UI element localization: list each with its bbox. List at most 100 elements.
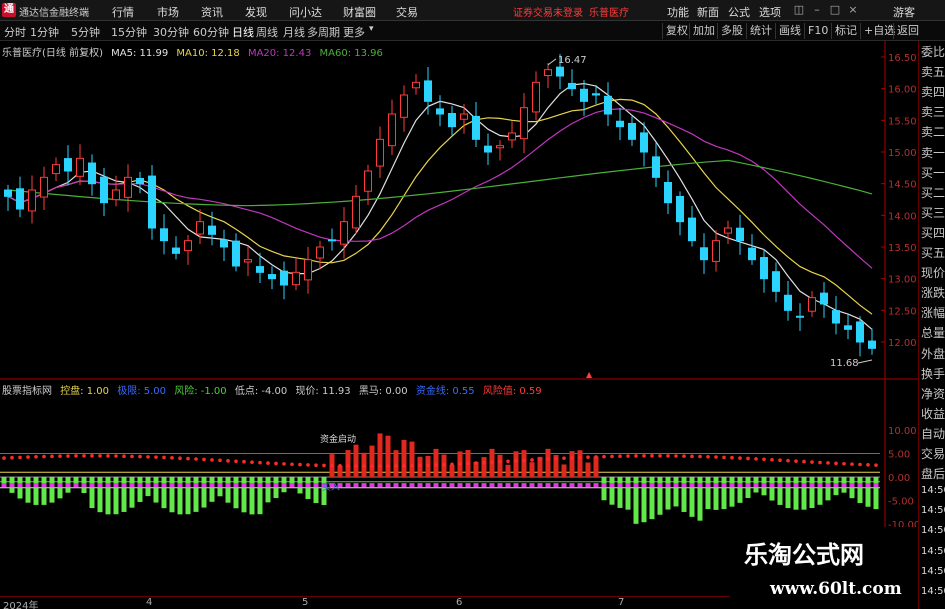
panel-item: 卖二 [921,125,945,140]
fund-band [81,483,87,488]
fund-band [577,483,583,488]
maximize-icon[interactable]: □ [826,2,844,18]
panel-item: 14:50 [921,585,945,597]
risk-dot [74,454,78,458]
overlay-button[interactable]: 加加 [689,23,718,39]
menu-news[interactable]: 资讯 [201,4,223,20]
menu-market[interactable]: 市场 [157,4,179,20]
tab-1min[interactable]: 1分钟 [30,24,59,40]
fund-band [65,483,71,488]
candle-body [772,271,780,292]
skin-icon[interactable]: ◫ [790,2,808,18]
menu-discover[interactable]: 发现 [245,4,267,20]
risk-dot [866,463,870,467]
indicator-bar-green [161,477,167,509]
indicator-bar-green [177,477,183,515]
fund-band [793,483,799,488]
panel-item: 买二 [921,185,945,200]
fund-band [873,483,879,488]
guest-label[interactable]: 游客 [893,4,915,20]
risk-dot [98,454,102,458]
tab-60min[interactable]: 60分钟 [193,24,229,40]
kline-chart[interactable]: 16.50 16.00 15.50 15.00 14.50 14.00 13.50 13.00… [0,41,945,609]
back-button[interactable]: 返回 [893,23,922,39]
date-label-jun: 6 [456,597,463,608]
risk-dot [698,454,702,459]
panel-item: 14:50 [921,505,945,517]
more-chevron-icon[interactable]: ▾ [369,24,374,34]
indicator-bar-green [113,477,119,515]
risk-dot [322,463,326,468]
fund-band [665,483,671,488]
risk-dot [338,464,342,468]
candle-body [712,240,720,262]
tab-weekly[interactable]: 周线 [256,24,278,40]
candle-body [460,113,468,120]
tab-timeshare[interactable]: 分时 [4,24,26,40]
indicator-bar-green [33,477,39,505]
login-notice[interactable]: 证券交易未登录 [513,4,583,19]
tab-multi-period[interactable]: 多周期 [307,24,340,40]
adjust-button[interactable]: 复权 [662,23,691,39]
risk-dot [818,460,822,465]
candle-body [652,156,660,178]
tab-15min[interactable]: 15分钟 [111,24,147,40]
indicator-bar-green [169,477,175,513]
f10-button[interactable]: F10 [804,23,831,39]
ma60-label: MA60: 13.96 [319,48,383,59]
risk-dot [58,454,62,458]
panel-item: 买一 [921,165,945,180]
risk-dot [594,455,598,459]
indicator-bar-green [721,477,727,510]
menu-options[interactable]: 选项 [759,4,781,20]
risk-dot [466,461,470,466]
menu-xiaoda[interactable]: 问小达 [289,4,322,20]
tab-monthly[interactable]: 月线 [283,24,305,40]
fund-band [673,483,679,488]
candle-body [664,182,672,204]
candle-body [868,340,876,349]
risk-dot [570,456,574,460]
risk-dot [794,459,798,463]
indicator-bar-green [49,477,55,503]
tab-30min[interactable]: 30分钟 [153,24,189,40]
price-tick-label: 12.50 [888,306,917,317]
risk-dot [42,454,46,459]
candle-body [856,321,864,343]
menu-wealth[interactable]: 财富圈 [343,4,376,20]
candle-body [436,108,444,115]
candle-body [580,88,588,102]
risk-dot [10,455,14,460]
close-icon[interactable]: × [844,2,862,18]
stock-title: 乐普医疗 [589,8,629,19]
minimize-icon[interactable]: – [808,2,826,18]
ma10-line [7,98,873,315]
menu-quotes[interactable]: 行情 [112,4,134,20]
mark-button[interactable]: 标记 [831,23,860,39]
multi-stock-button[interactable]: 多股 [717,23,746,39]
tab-daily[interactable]: 日线 [232,24,254,40]
panel-item: 换手 [921,366,945,381]
fund-band [161,483,167,488]
risk-dot [642,454,646,458]
indicator-bar-red [521,450,527,477]
fund-band [801,483,807,488]
indicator-bar-green [121,477,127,512]
indicator-bar-green [89,477,95,509]
marker-icon: ▲ [586,370,593,379]
candle-body [220,239,228,248]
tab-5min[interactable]: 5分钟 [71,24,100,40]
menu-new-layout[interactable]: 新面 [697,4,719,20]
tab-more[interactable]: 更多 [343,24,365,40]
risk-dot [410,463,414,468]
risk-dot [498,459,502,464]
risk-dot [842,461,846,466]
candle-body [676,195,684,223]
menu-functions[interactable]: 功能 [667,4,689,20]
price-tick-label: 14.00 [888,211,917,222]
panel-item: 卖四 [921,85,945,100]
menu-trade[interactable]: 交易 [396,4,418,20]
stats-button[interactable]: 统计 [746,23,775,39]
draw-line-button[interactable]: 画线 [775,23,804,39]
menu-formula[interactable]: 公式 [728,4,750,20]
